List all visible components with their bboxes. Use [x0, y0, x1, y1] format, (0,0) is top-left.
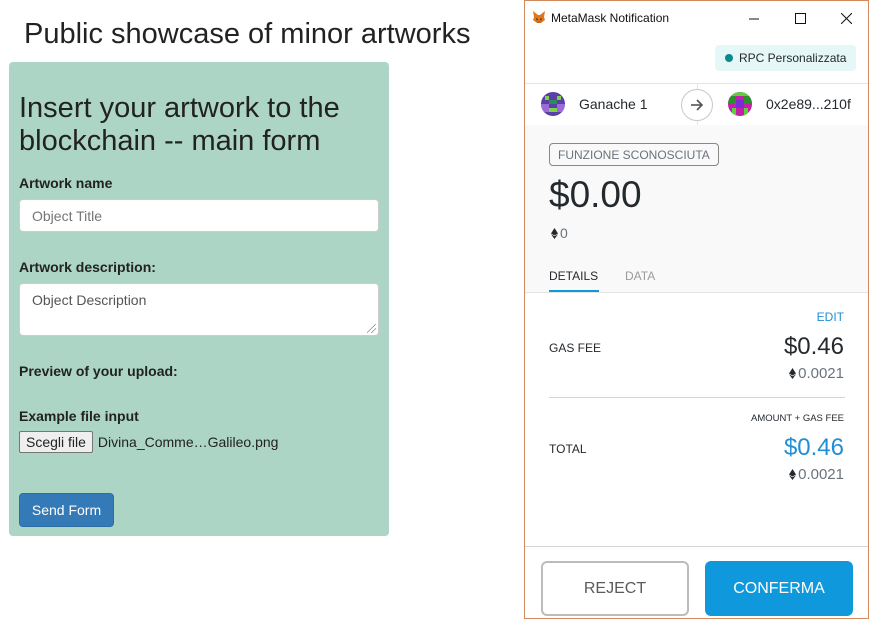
artwork-name-label: Artwork name: [19, 175, 113, 191]
total-fiat: $0.46: [783, 434, 844, 461]
preview-label: Preview of your upload:: [19, 363, 178, 379]
maximize-icon: [794, 12, 806, 24]
window-title: MetaMask Notification: [551, 11, 670, 25]
recipient-avatar: [728, 92, 752, 116]
fee-divider: [549, 397, 845, 398]
tab-details[interactable]: DETAILS: [549, 269, 598, 283]
arrow-right-icon: [691, 99, 704, 111]
total-eth-value: 0.0021: [798, 466, 844, 483]
close-window-button[interactable]: [823, 1, 869, 35]
artwork-description-textarea[interactable]: Object Description: [19, 283, 379, 336]
sender-account: Ganache 1: [541, 92, 648, 116]
sender-name: Ganache 1: [579, 96, 648, 112]
maximize-button[interactable]: [777, 1, 823, 35]
tabs-divider: [525, 292, 868, 293]
window-titlebar: MetaMask Notification: [525, 1, 868, 35]
minimize-button[interactable]: [731, 1, 777, 35]
network-indicator[interactable]: RPC Personalizzata: [715, 45, 857, 71]
total-eth: 0.0021: [789, 466, 844, 483]
metamask-window: MetaMask Notification RPC Personalizzata…: [524, 0, 869, 619]
file-input-label: Example file input: [19, 408, 139, 424]
gas-fee-eth: 0.0021: [789, 365, 844, 382]
form-heading: Insert your artwork to the blockchain --…: [19, 92, 340, 157]
gas-fee-eth-value: 0.0021: [798, 365, 844, 382]
sender-avatar: [541, 92, 565, 116]
artwork-form-panel: Insert your artwork to the blockchain --…: [9, 62, 389, 536]
recipient-account[interactable]: 0x2e89...210f: [728, 92, 851, 116]
amount-gas-label: AMOUNT + GAS FEE: [751, 413, 844, 424]
amount-fiat: $0.00: [549, 174, 642, 215]
eth-icon: [551, 227, 558, 239]
eth-icon: [789, 469, 797, 480]
tab-data[interactable]: DATA: [625, 269, 655, 283]
gas-fee-label: GAS FEE: [549, 341, 602, 355]
close-icon: [840, 12, 852, 24]
method-badge: FUNZIONE SCONOSCIUTA: [549, 143, 719, 166]
artwork-description-label: Artwork description:: [19, 259, 156, 275]
edit-gas-link[interactable]: EDIT: [817, 310, 844, 324]
amount-eth: 0: [551, 225, 568, 241]
total-label: TOTAL: [549, 442, 587, 456]
minimize-icon: [748, 18, 759, 19]
eth-icon: [789, 368, 797, 379]
confirm-button[interactable]: CONFERMA: [705, 561, 853, 616]
page-title: Public showcase of minor artworks: [24, 18, 471, 50]
gas-fee-fiat: $0.46: [783, 333, 844, 360]
network-status-dot: [725, 54, 733, 62]
network-name: RPC Personalizzata: [739, 51, 847, 65]
transfer-arrow: [681, 89, 713, 121]
send-form-button[interactable]: Send Form: [19, 493, 114, 527]
recipient-address: 0x2e89...210f: [766, 96, 851, 112]
artwork-name-input[interactable]: [19, 199, 379, 232]
amount-eth-value: 0: [560, 225, 568, 241]
selected-file-name: Divina_Comme…Galileo.png: [97, 434, 279, 450]
choose-file-button[interactable]: Scegli file: [19, 431, 93, 453]
metamask-fox-icon: [533, 11, 545, 23]
footer-divider: [525, 546, 868, 547]
file-input: Scegli file Divina_Comme…Galileo.png: [19, 431, 278, 453]
description-placeholder: Object Description: [32, 292, 147, 308]
reject-button[interactable]: REJECT: [541, 561, 689, 616]
resize-grip-icon[interactable]: [367, 324, 376, 333]
